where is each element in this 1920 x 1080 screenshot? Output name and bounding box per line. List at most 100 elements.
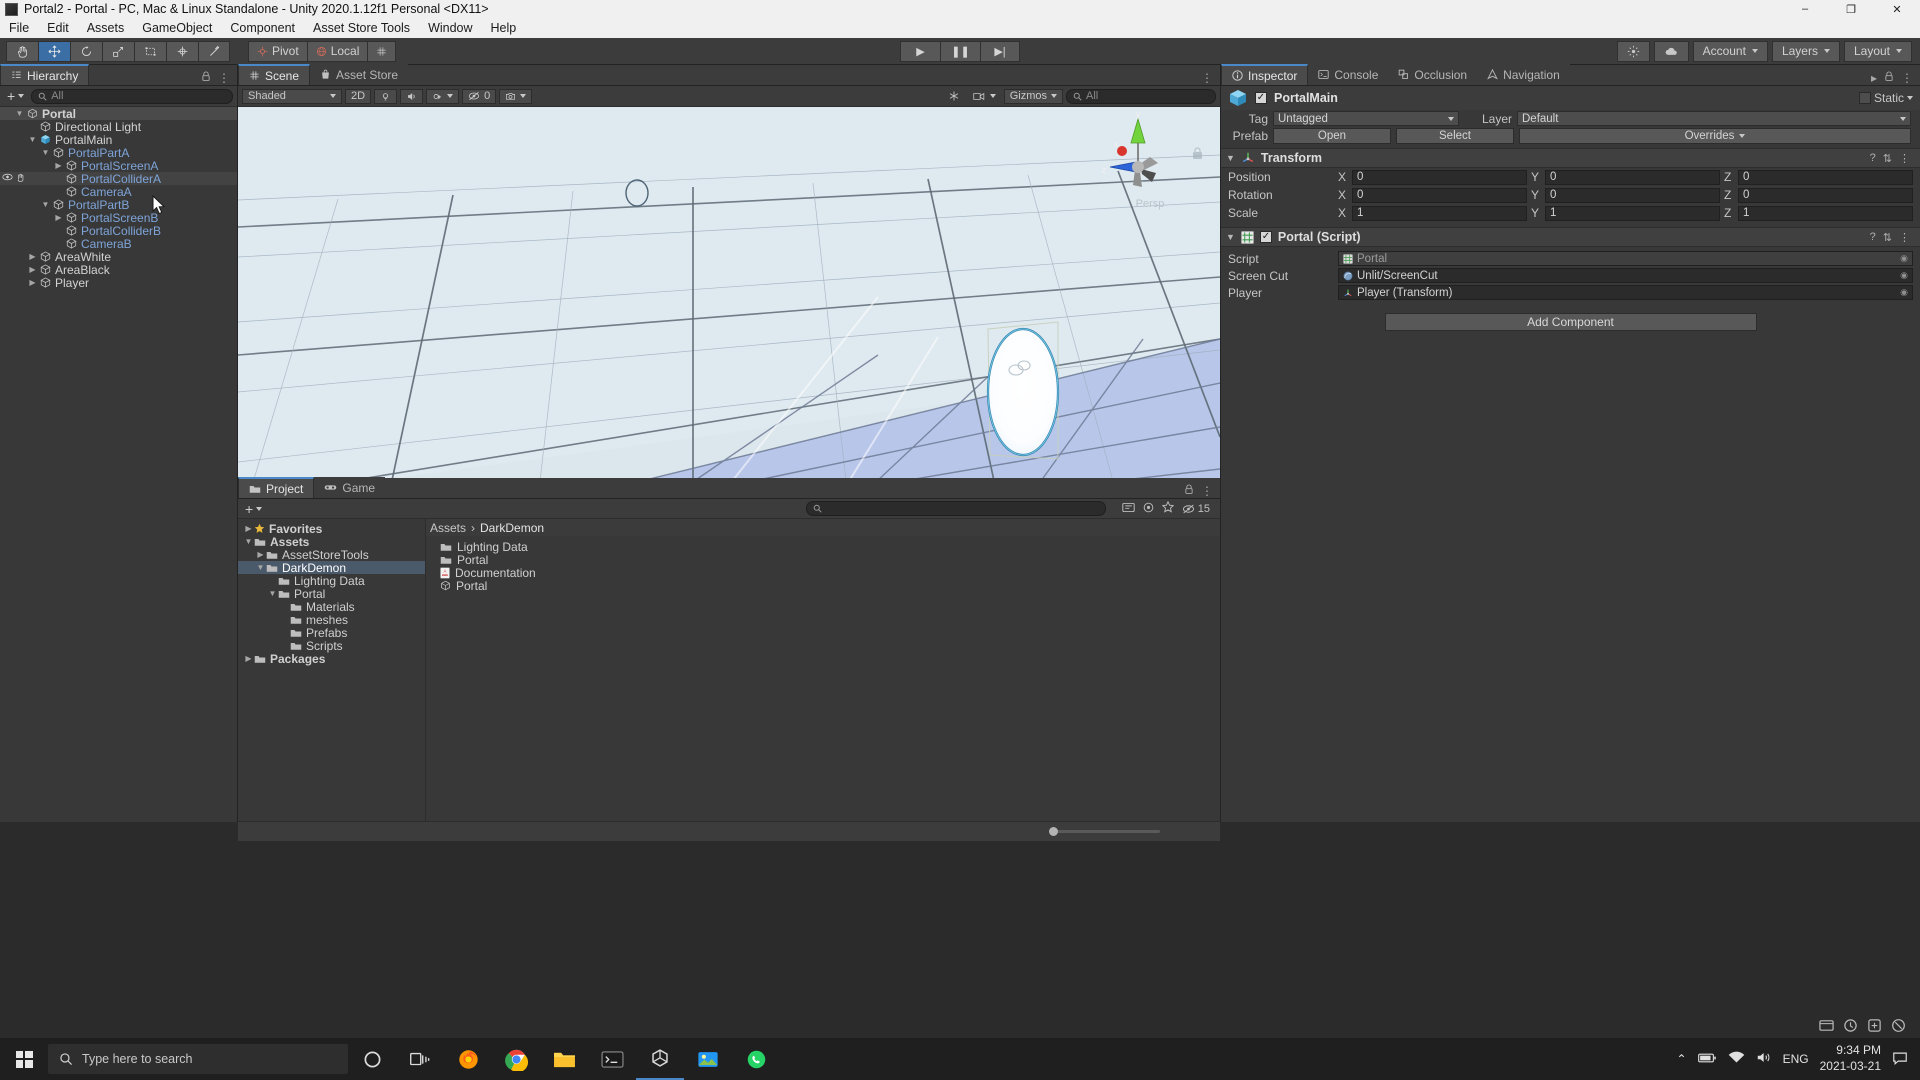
preset-icon[interactable]: ⇅ [1883, 152, 1892, 165]
hierarchy-item-camerab[interactable]: CameraB [0, 237, 237, 251]
notification-center-icon[interactable] [1892, 1050, 1908, 1069]
rotate-tool-icon[interactable] [70, 40, 102, 62]
project-add-button[interactable]: + [242, 501, 265, 517]
component-menu-icon[interactable]: ⋮ [1899, 231, 1910, 244]
hierarchy-item-cameraa[interactable]: CameraA [0, 185, 237, 199]
twisty-arrow-icon[interactable]: ▶ [27, 265, 38, 274]
project-tree-item-favorites[interactable]: ▶ Favorites [238, 522, 425, 536]
rotation-y-input[interactable]: 0 [1545, 187, 1720, 203]
hierarchy-item-portalparta[interactable]: ▼ PortalPartA [0, 146, 237, 160]
project-tree-item-darkdemon[interactable]: ▼ DarkDemon [238, 561, 425, 575]
prefab-open-button[interactable]: Open [1273, 127, 1391, 144]
project-tree-item-meshes[interactable]: meshes [238, 613, 425, 627]
unity-icon[interactable] [636, 1038, 684, 1080]
scene-fx-dropdown[interactable] [426, 88, 460, 104]
static-toggle-group[interactable]: Static [1858, 91, 1913, 105]
menu-file[interactable]: File [0, 18, 38, 38]
prefab-select-button[interactable]: Select [1396, 127, 1514, 144]
tab-occlusion[interactable]: Occlusion [1388, 64, 1478, 85]
taskbar-clock[interactable]: 9:34 PM 2021-03-21 [1820, 1043, 1881, 1074]
project-tree-item-prefabs[interactable]: Prefabs [238, 626, 425, 640]
breadcrumb-assets[interactable]: Assets [430, 521, 466, 535]
eye-icon[interactable] [2, 173, 13, 185]
cortana-icon[interactable] [348, 1038, 396, 1080]
tab-hierarchy[interactable]: Hierarchy [0, 64, 90, 85]
project-tree-item-packages[interactable]: ▶ Packages [238, 652, 425, 666]
hierarchy-add-button[interactable]: + [4, 88, 27, 104]
object-name-input[interactable]: PortalMain [1274, 91, 1852, 106]
script-enabled-checkbox[interactable]: ✓ [1259, 231, 1272, 243]
icon-size-slider[interactable] [1049, 827, 1160, 836]
foldout-arrow-icon[interactable]: ▼ [1226, 232, 1235, 242]
twisty-arrow-icon[interactable]: ▶ [243, 524, 254, 533]
hierarchy-item-areablack[interactable]: ▶ AreaBlack [0, 263, 237, 277]
minimize-button[interactable]: – [1782, 0, 1828, 18]
chrome-icon[interactable] [492, 1038, 540, 1080]
scene-camera-icon[interactable] [968, 89, 1001, 104]
twisty-arrow-icon[interactable]: ▶ [53, 161, 64, 170]
move-tool-icon[interactable] [38, 40, 70, 62]
asset-item-portal[interactable]: Portal [426, 553, 1220, 567]
menu-asset-store-tools[interactable]: Asset Store Tools [304, 18, 419, 38]
scale-x-input[interactable]: 1 [1352, 205, 1527, 221]
gizmos-dropdown[interactable]: Gizmos [1003, 88, 1063, 104]
battery-icon[interactable] [1697, 1052, 1717, 1067]
asset-item-lighting-data[interactable]: Lighting Data [426, 540, 1220, 554]
local-global-toggle[interactable]: Local [306, 40, 368, 62]
photos-icon[interactable] [684, 1038, 732, 1080]
2d-toggle[interactable]: 2D [345, 88, 372, 104]
preset-icon[interactable]: ⇅ [1883, 231, 1892, 244]
tab-project[interactable]: Project [238, 477, 315, 498]
breadcrumb-darkdemon[interactable]: DarkDemon [480, 521, 544, 535]
help-icon[interactable]: ? [1870, 231, 1876, 244]
object-enabled-checkbox[interactable]: ✓ [1255, 92, 1267, 104]
hierarchy-item-portalscreena[interactable]: ▶ PortalScreenA [0, 159, 237, 173]
custom-tool-icon[interactable] [198, 40, 230, 62]
transform-tool-icon[interactable] [166, 40, 198, 62]
project-tree-item-lighting-data[interactable]: Lighting Data [238, 574, 425, 588]
hand-pick-icon[interactable] [16, 173, 26, 185]
hand-tool-icon[interactable] [6, 40, 38, 62]
slider-knob[interactable] [1049, 827, 1058, 836]
scene-viewport[interactable]: y z x Persp [238, 107, 1220, 499]
scene-audio-toggle[interactable] [400, 88, 424, 104]
pause-button[interactable]: ❚❚ [940, 40, 980, 62]
language-indicator[interactable]: ENG [1783, 1052, 1809, 1066]
menu-gameobject[interactable]: GameObject [133, 18, 221, 38]
hierarchy-item-portal[interactable]: ▼ Portal [0, 107, 237, 121]
tab-navigation[interactable]: Navigation [1477, 64, 1570, 85]
static-checkbox[interactable] [1858, 92, 1871, 104]
pivot-toggle[interactable]: Pivot [248, 40, 307, 62]
property-object-field[interactable]: Portal ◉ [1338, 251, 1913, 266]
menu-help[interactable]: Help [482, 18, 526, 38]
maximize-button[interactable]: ❐ [1828, 0, 1874, 18]
visibility-toggles[interactable] [2, 173, 26, 185]
rotation-x-input[interactable]: 0 [1352, 187, 1527, 203]
play-button[interactable]: ▶ [900, 40, 940, 62]
terminal-icon[interactable] [588, 1038, 636, 1080]
account-button[interactable]: Account [1692, 40, 1768, 62]
scene-visibility-toggle[interactable]: 0 [462, 88, 497, 104]
object-picker-icon[interactable]: ◉ [1900, 287, 1908, 298]
shading-mode-dropdown[interactable]: Shaded [242, 88, 342, 104]
twisty-arrow-icon[interactable]: ▶ [243, 654, 254, 663]
rotation-z-input[interactable]: 0 [1738, 187, 1913, 203]
tray-icon-1[interactable] [1819, 1018, 1834, 1036]
scene-lighting-toggle[interactable] [374, 88, 398, 104]
project-tree-item-assetstoretools[interactable]: ▶ AssetStoreTools [238, 548, 425, 562]
lock-icon[interactable] [1884, 71, 1894, 85]
twisty-arrow-icon[interactable]: ▼ [267, 589, 278, 598]
layer-dropdown[interactable]: Default [1517, 111, 1911, 126]
file-explorer-icon[interactable] [540, 1038, 588, 1080]
twisty-arrow-icon[interactable]: ▶ [27, 252, 38, 261]
rect-tool-icon[interactable] [134, 40, 166, 62]
tab-scene[interactable]: Scene [238, 64, 311, 85]
scene-search-input[interactable]: All [1066, 88, 1216, 104]
property-object-field[interactable]: Unlit/ScreenCut ◉ [1338, 268, 1913, 283]
scale-tool-icon[interactable] [102, 40, 134, 62]
layers-button[interactable]: Layers [1771, 40, 1840, 62]
project-search-input[interactable] [805, 501, 1106, 516]
project-filter-icon[interactable] [1122, 501, 1135, 516]
help-icon[interactable]: ? [1870, 152, 1876, 165]
prefab-overrides-button[interactable]: Overrides [1519, 127, 1911, 144]
